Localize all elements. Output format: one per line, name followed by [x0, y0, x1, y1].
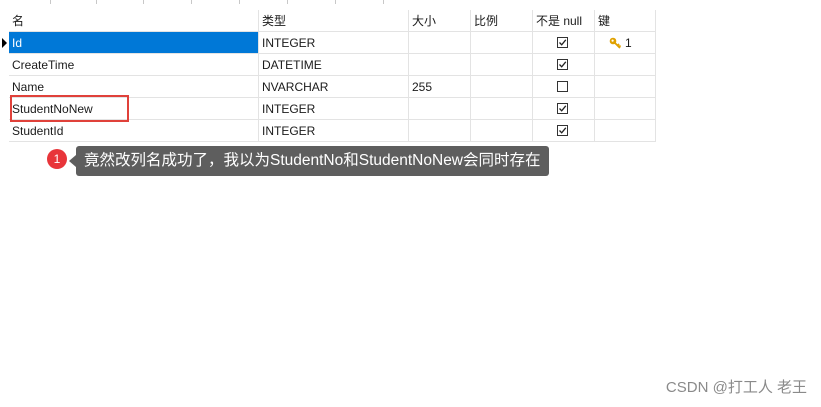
not-null-cell [533, 54, 595, 76]
tab-divider [287, 0, 288, 4]
not-null-cell [533, 98, 595, 120]
not-null-checkbox[interactable] [557, 37, 568, 48]
tab-divider [335, 0, 336, 4]
not-null-checkbox[interactable] [557, 125, 568, 136]
not-null-cell [533, 76, 595, 98]
key-cell[interactable] [595, 120, 656, 142]
row-indicator [0, 32, 9, 54]
column-header-type[interactable]: 类型 [259, 10, 409, 32]
tab-divider [50, 0, 51, 4]
field-type-cell[interactable]: INTEGER [259, 98, 409, 120]
field-name-cell[interactable]: CreateTime [9, 54, 259, 76]
field-scale-cell[interactable] [471, 98, 533, 120]
key-cell[interactable] [595, 76, 656, 98]
field-type-cell[interactable]: DATETIME [259, 54, 409, 76]
header-row: 名 类型 大小 比例 不是 null 键 [0, 10, 656, 32]
row-indicator [0, 120, 9, 142]
key-order-number: 1 [625, 36, 632, 50]
field-size-cell[interactable] [409, 98, 471, 120]
watermark-text: CSDN @打工人 老王 [665, 379, 807, 396]
key-cell[interactable] [595, 54, 656, 76]
annotation-number-badge: 1 [47, 149, 67, 169]
annotation-pointer [69, 155, 76, 167]
not-null-checkbox[interactable] [557, 103, 568, 114]
table-row[interactable]: CreateTime DATETIME [0, 54, 656, 76]
field-name-cell[interactable]: Id [9, 32, 259, 54]
not-null-cell [533, 120, 595, 142]
tab-divider [96, 0, 97, 4]
field-scale-cell[interactable] [471, 120, 533, 142]
checkmark-icon [559, 39, 567, 46]
key-cell[interactable] [595, 98, 656, 120]
row-indicator [0, 98, 9, 120]
field-size-cell[interactable]: 255 [409, 76, 471, 98]
field-name-cell[interactable]: StudentId [9, 120, 259, 142]
annotation-callout: 竟然改列名成功了，我以为StudentNo和StudentNoNew会同时存在 [76, 146, 549, 176]
current-row-arrow-icon [2, 38, 7, 48]
annotation-highlight-box [10, 95, 129, 122]
field-size-cell[interactable] [409, 32, 471, 54]
primary-key-icon [609, 37, 622, 49]
field-scale-cell[interactable] [471, 54, 533, 76]
field-size-cell[interactable] [409, 54, 471, 76]
field-type-cell[interactable]: NVARCHAR [259, 76, 409, 98]
tab-divider [239, 0, 240, 4]
tab-strip [0, 0, 821, 4]
tab-divider [191, 0, 192, 4]
table-row[interactable]: StudentId INTEGER [0, 120, 656, 142]
checkmark-icon [559, 127, 567, 134]
row-indicator [0, 54, 9, 76]
field-scale-cell[interactable] [471, 32, 533, 54]
column-header-scale[interactable]: 比例 [471, 10, 533, 32]
not-null-cell [533, 32, 595, 54]
checkmark-icon [559, 61, 567, 68]
column-header-key[interactable]: 键 [595, 10, 656, 32]
field-type-cell[interactable]: INTEGER [259, 120, 409, 142]
not-null-checkbox[interactable] [557, 59, 568, 70]
column-header-not-null[interactable]: 不是 null [533, 10, 595, 32]
field-size-cell[interactable] [409, 120, 471, 142]
field-scale-cell[interactable] [471, 76, 533, 98]
not-null-checkbox[interactable] [557, 81, 568, 92]
key-cell[interactable]: 1 [595, 32, 656, 54]
checkmark-icon [559, 105, 567, 112]
column-header-size[interactable]: 大小 [409, 10, 471, 32]
field-type-cell[interactable]: INTEGER [259, 32, 409, 54]
column-header-name[interactable]: 名 [9, 10, 259, 32]
tab-divider [143, 0, 144, 4]
tab-divider [383, 0, 384, 4]
table-row[interactable]: Id INTEGER 1 [0, 32, 656, 54]
row-indicator [0, 76, 9, 98]
